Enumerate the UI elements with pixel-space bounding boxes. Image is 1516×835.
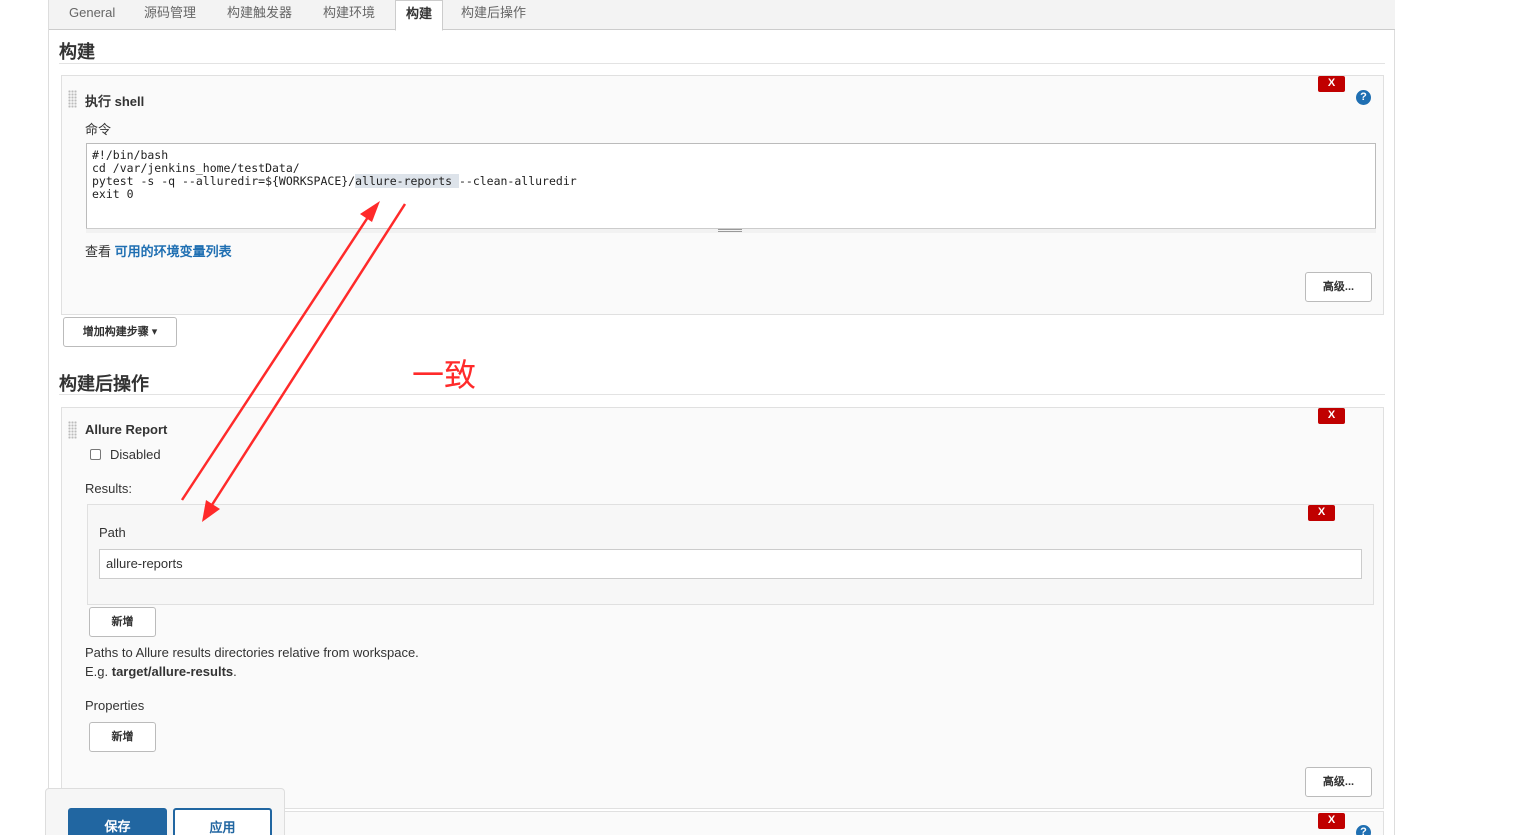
form-footer: 保存 应用 [45, 788, 285, 835]
arrow-down-head [202, 500, 220, 522]
apply-button[interactable]: 应用 [173, 808, 272, 835]
arrow-down-line [208, 203, 407, 509]
save-button[interactable]: 保存 [68, 808, 167, 835]
arrow-up-head [360, 201, 380, 222]
annotation-arrows [180, 201, 407, 522]
arrow-up-line [180, 210, 374, 501]
